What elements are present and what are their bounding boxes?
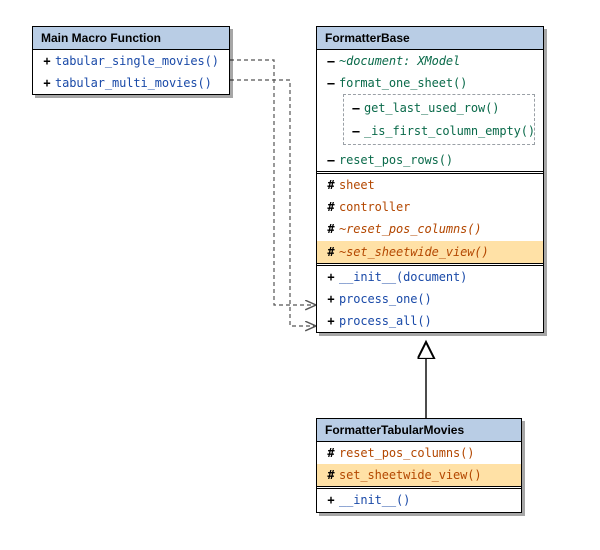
member-row: # reset_pos_columns() xyxy=(317,442,521,464)
member-label: process_all() xyxy=(339,313,432,329)
class-title: FormatterTabularMovies xyxy=(317,419,521,442)
visibility-public-icon: + xyxy=(323,492,339,508)
member-label: __init__() xyxy=(339,492,410,508)
member-label: ~document: XModel xyxy=(339,53,460,69)
visibility-public-icon: + xyxy=(39,53,55,69)
member-row: # ~reset_pos_columns() xyxy=(317,218,543,240)
member-row: + tabular_single_movies() xyxy=(33,50,229,72)
visibility-public-icon: + xyxy=(323,313,339,329)
visibility-protected-icon: # xyxy=(323,199,339,215)
member-label: _is_first_column_empty() xyxy=(364,123,535,139)
visibility-protected-icon: # xyxy=(323,177,339,193)
member-label: reset_pos_columns() xyxy=(339,445,474,461)
edge-dependency-multi-to-process-all xyxy=(230,80,316,326)
member-row: + __init__() xyxy=(317,486,521,511)
member-label: __init__(document) xyxy=(339,269,467,285)
class-title: FormatterBase xyxy=(317,27,543,50)
member-row-highlighted: # set_sheetwide_view() xyxy=(317,464,521,486)
class-formatter-tabular-movies: FormatterTabularMovies # reset_pos_colum… xyxy=(316,418,522,513)
edge-dependency-single-to-process-one xyxy=(230,60,316,305)
member-label: ~set_sheetwide_view() xyxy=(339,244,489,260)
visibility-private-icon: – xyxy=(323,152,339,168)
visibility-private-icon: – xyxy=(323,75,339,91)
visibility-protected-icon: # xyxy=(323,244,339,260)
member-label: get_last_used_row() xyxy=(364,100,499,116)
member-label: sheet xyxy=(339,177,375,193)
member-label: controller xyxy=(339,199,410,215)
member-row: – ~document: XModel xyxy=(317,50,543,72)
class-title: Main Macro Function xyxy=(33,27,229,50)
member-row: – format_one_sheet() xyxy=(317,72,543,94)
diagram-canvas: Main Macro Function + tabular_single_mov… xyxy=(0,0,600,550)
member-label: set_sheetwide_view() xyxy=(339,467,482,483)
member-label: format_one_sheet() xyxy=(339,75,467,91)
visibility-protected-icon: # xyxy=(323,467,339,483)
member-row: – get_last_used_row() xyxy=(344,97,534,119)
member-label: tabular_single_movies() xyxy=(55,53,219,69)
member-row: + __init__(document) xyxy=(317,263,543,288)
member-row: + tabular_multi_movies() xyxy=(33,72,229,94)
visibility-protected-icon: # xyxy=(323,445,339,461)
class-formatter-base: FormatterBase – ~document: XModel – form… xyxy=(316,26,544,333)
visibility-public-icon: + xyxy=(323,269,339,285)
member-label: tabular_multi_movies() xyxy=(55,75,212,91)
member-row: – reset_pos_rows() xyxy=(317,149,543,171)
member-row: # sheet xyxy=(317,171,543,196)
visibility-private-icon: – xyxy=(348,123,364,139)
member-row-highlighted: # ~set_sheetwide_view() xyxy=(317,241,543,263)
member-label: reset_pos_rows() xyxy=(339,152,453,168)
member-row: + process_all() xyxy=(317,310,543,332)
member-row: + process_one() xyxy=(317,288,543,310)
visibility-public-icon: + xyxy=(323,291,339,307)
nested-frame: – get_last_used_row() – _is_first_column… xyxy=(343,94,535,144)
member-row: # controller xyxy=(317,196,543,218)
visibility-public-icon: + xyxy=(39,75,55,91)
member-label: process_one() xyxy=(339,291,432,307)
member-label: ~reset_pos_columns() xyxy=(339,221,482,237)
visibility-private-icon: – xyxy=(348,100,364,116)
class-main-macro-function: Main Macro Function + tabular_single_mov… xyxy=(32,26,230,95)
visibility-private-icon: – xyxy=(323,53,339,69)
visibility-protected-icon: # xyxy=(323,221,339,237)
member-row: – _is_first_column_empty() xyxy=(344,120,534,142)
